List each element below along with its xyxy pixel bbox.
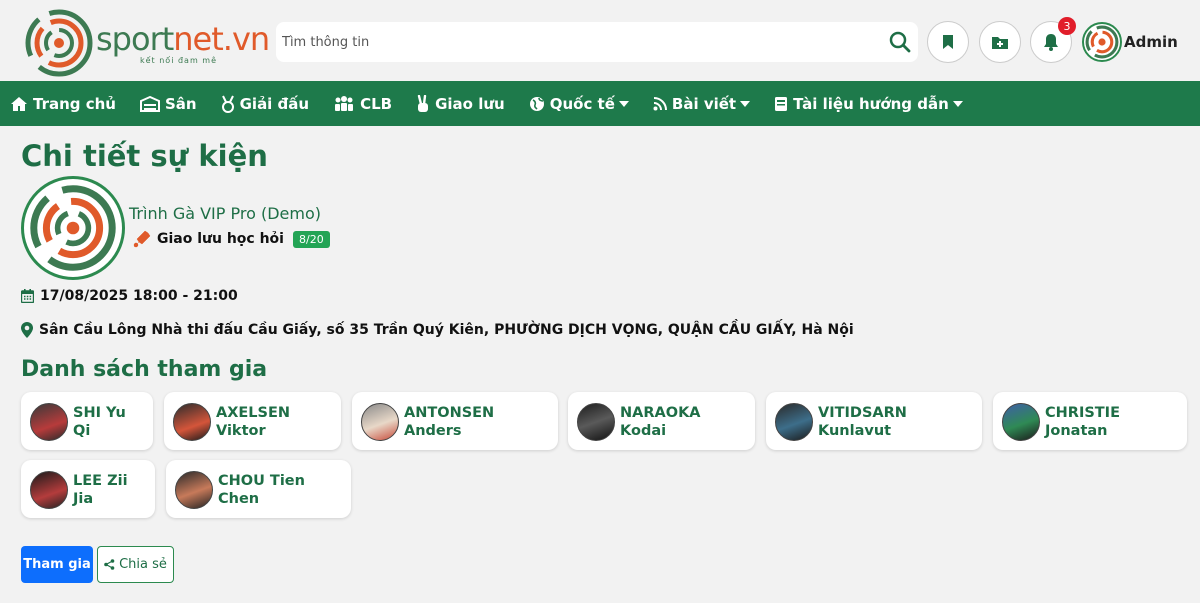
medal-icon <box>221 95 234 113</box>
participant-avatar <box>1002 403 1040 441</box>
participant-avatar <box>30 403 68 441</box>
participant-avatar <box>577 403 615 441</box>
caret-down-icon <box>952 100 963 107</box>
search-icon[interactable] <box>888 30 912 54</box>
logo-mark-icon <box>25 9 93 77</box>
participant-avatar <box>361 403 399 441</box>
search-input[interactable] <box>276 22 876 62</box>
participant-card[interactable]: SHI Yu Qi <box>21 392 153 450</box>
event-type: Giao lưu học hỏi 8/20 <box>133 230 330 248</box>
nav-item-label: Giao lưu <box>435 94 505 113</box>
participant-card[interactable]: CHOU Tien Chen <box>166 460 351 518</box>
nav-item-exchange[interactable]: Giao lưu <box>416 94 505 113</box>
logo-tagline: kết nối đam mê <box>140 56 217 65</box>
share-icon <box>104 559 115 570</box>
event-datetime: 17/08/2025 18:00 - 21:00 <box>21 288 238 304</box>
page-title: Chi tiết sự kiện <box>21 139 268 173</box>
participant-avatar <box>175 471 213 509</box>
event-type-label: Giao lưu học hỏi <box>157 231 284 247</box>
book-icon <box>775 96 788 111</box>
notification-count-badge: 3 <box>1058 17 1076 35</box>
participant-name: VITIDSARN Kunlavut <box>818 405 907 439</box>
add-folder-button[interactable] <box>979 21 1021 63</box>
nav-item-clubs[interactable]: CLB <box>333 95 392 113</box>
nav-item-label: CLB <box>360 94 393 113</box>
participant-card[interactable]: VITIDSARN Kunlavut <box>766 392 982 450</box>
caret-down-icon <box>618 100 629 107</box>
nav-item-label: Quốc tế <box>549 94 615 113</box>
globe-icon <box>529 96 544 111</box>
share-button[interactable]: Chia sẻ <box>97 546 174 583</box>
event-datetime-text: 17/08/2025 18:00 - 21:00 <box>40 288 238 304</box>
join-button[interactable]: Tham gia <box>21 546 93 583</box>
calendar-icon <box>21 289 34 303</box>
shuttlecock-icon <box>133 230 151 248</box>
site-logo[interactable]: sportnet.vn kết nối đam mê <box>24 8 270 78</box>
nav-item-international[interactable]: Quốc tế <box>529 95 629 113</box>
rss-icon <box>653 96 667 110</box>
event-name[interactable]: Trình Gà VIP Pro (Demo) <box>129 204 321 223</box>
participant-avatar <box>30 471 68 509</box>
event-location: Sân Cầu Lông Nhà thi đấu Cầu Giấy, số 35… <box>21 322 854 338</box>
nav-item-articles[interactable]: Bài viết <box>653 94 751 113</box>
event-location-text[interactable]: Sân Cầu Lông Nhà thi đấu Cầu Giấy, số 35… <box>39 322 854 338</box>
participant-card[interactable]: CHRISTIE Jonatan <box>993 392 1187 450</box>
nav-item-home[interactable]: Trang chủ <box>10 95 116 113</box>
user-avatar-logo-icon <box>1085 25 1119 59</box>
nav-item-label: Bài viết <box>671 94 737 113</box>
caret-down-icon <box>740 100 751 107</box>
participant-avatar <box>775 403 813 441</box>
search-box <box>276 22 918 62</box>
header: sportnet.vn kết nối đam mê 3 Admin <box>0 0 1200 81</box>
participant-name: CHOU Tien Chen <box>218 473 305 507</box>
nav-item-tournaments[interactable]: Giải đấu <box>221 95 309 113</box>
event-logo-mark-icon <box>30 185 116 271</box>
nav-item-docs[interactable]: Tài liệu hướng dẫn <box>774 95 963 113</box>
stadium-icon <box>140 95 160 112</box>
participant-avatar <box>173 403 211 441</box>
map-pin-icon <box>21 322 33 338</box>
nav-item-label: Giải đấu <box>239 94 310 113</box>
share-button-label: Chia sẻ <box>119 557 167 572</box>
hand-peace-icon <box>417 94 429 112</box>
bookmark-button[interactable] <box>927 21 969 63</box>
user-name[interactable]: Admin <box>1124 33 1178 51</box>
nav-item-courts[interactable]: Sân <box>140 95 197 113</box>
participant-card[interactable]: LEE Zii Jia <box>21 460 155 518</box>
nav-item-label: Sân <box>165 94 197 113</box>
participant-name: SHI Yu Qi <box>73 405 126 439</box>
people-icon <box>335 95 354 111</box>
participant-name: AXELSEN Viktor <box>216 405 291 439</box>
event-logo <box>21 176 125 280</box>
folder-plus-icon <box>992 36 1008 49</box>
home-icon <box>11 96 27 111</box>
participants-title: Danh sách tham gia <box>21 357 268 382</box>
participant-card[interactable]: NARAOKA Kodai <box>568 392 755 450</box>
user-avatar[interactable] <box>1082 22 1122 62</box>
bookmark-icon <box>943 35 953 49</box>
participant-name: NARAOKA Kodai <box>620 405 701 439</box>
participant-name: ANTONSEN Anders <box>404 405 495 439</box>
participant-card[interactable]: ANTONSEN Anders <box>352 392 558 450</box>
participant-name: LEE Zii Jia <box>73 473 128 507</box>
logo-wordmark: sportnet.vn <box>96 20 270 58</box>
main-nav: Trang chủ Sân Giải đấu CLB Giao lưu Quốc… <box>0 81 1200 126</box>
participant-card[interactable]: AXELSEN Viktor <box>164 392 341 450</box>
slot-count-badge: 8/20 <box>292 230 330 248</box>
bell-icon <box>1044 34 1058 51</box>
nav-item-label: Tài liệu hướng dẫn <box>793 94 949 113</box>
nav-item-label: Trang chủ <box>33 94 116 113</box>
participant-name: CHRISTIE Jonatan <box>1045 405 1120 439</box>
